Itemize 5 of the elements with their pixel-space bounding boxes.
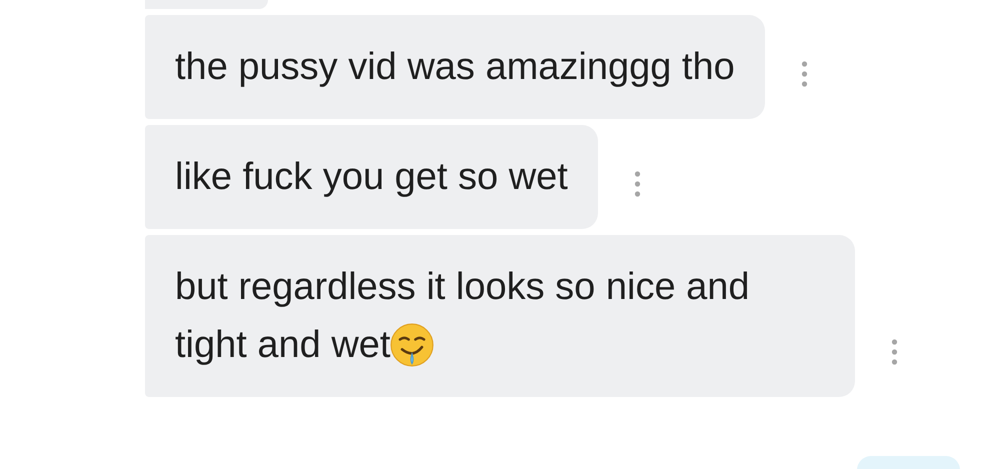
message-text: the pussy vid was amazinggg tho [175, 46, 735, 88]
message-text: like fuck you get so wet [175, 156, 568, 198]
more-options-icon[interactable] [800, 61, 808, 87]
more-options-icon[interactable] [634, 171, 641, 197]
more-options-icon[interactable] [891, 339, 898, 365]
